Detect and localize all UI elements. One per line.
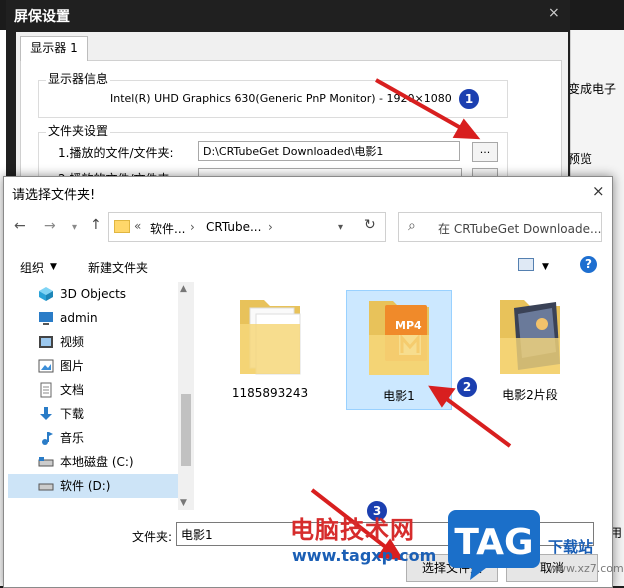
- watermark-site-url: www.xz7.com: [548, 562, 624, 575]
- arrowhead-1: [452, 118, 481, 140]
- watermark-title: 电脑技术网: [290, 516, 415, 544]
- tag-logo-text: TAG: [454, 522, 533, 563]
- annotation-arrows: [310, 78, 512, 561]
- step-badge-2: 2: [456, 376, 478, 398]
- watermark-site: 下载站: [548, 538, 594, 556]
- arrow-1: [375, 78, 469, 134]
- arrow-2: [438, 392, 512, 448]
- step-badge-1: 1: [458, 88, 480, 110]
- tag-logo: TAG: [448, 510, 540, 580]
- watermark-url: www.tagxp.com: [292, 546, 437, 565]
